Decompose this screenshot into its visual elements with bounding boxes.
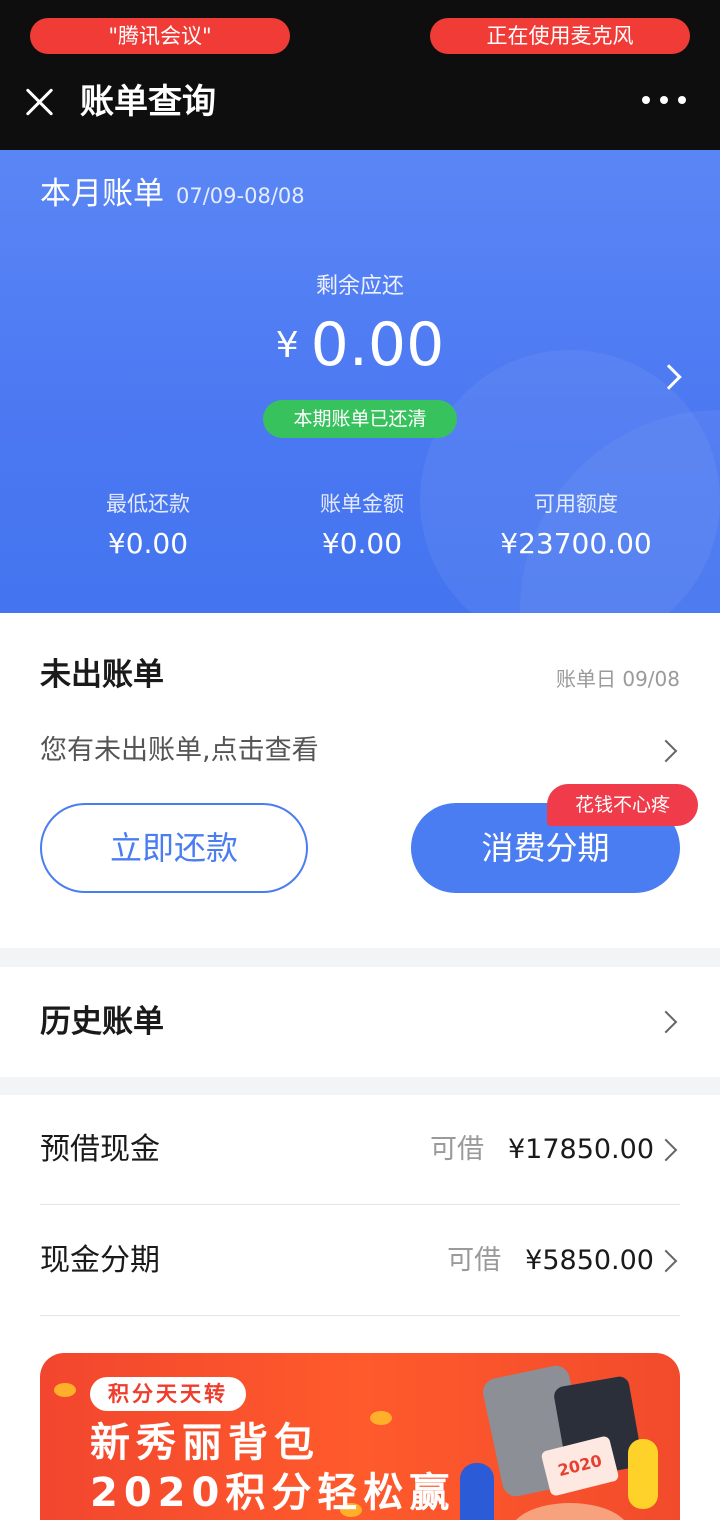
monthly-bill-title: 本月账单 xyxy=(40,176,164,212)
bill-amount-value: ¥0.00 xyxy=(321,527,403,560)
bill-amount-label: 账单金额 xyxy=(320,492,404,516)
history-bills-title: 历史账单 xyxy=(40,1004,164,1040)
cash-advance-row[interactable]: 预借现金 可借 ¥17850.00 xyxy=(40,1095,680,1205)
bill-day: 账单日 09/08 xyxy=(556,667,680,691)
unbilled-section: 未出账单 账单日 09/08 您有未出账单,点击查看 立即还款 消费分期 花钱不… xyxy=(0,613,720,948)
borrowable-value: ¥17850.00 xyxy=(507,1134,654,1165)
gift-bag-illustration xyxy=(510,1503,630,1520)
minimum-payment-value: ¥0.00 xyxy=(107,527,189,560)
chevron-right-icon xyxy=(654,1010,678,1034)
borrowable-value: ¥5850.00 xyxy=(525,1245,654,1276)
banner-headline: 新秀丽背包 xyxy=(90,1420,320,1466)
cash-advance-amount: 可借 ¥17850.00 xyxy=(430,1131,654,1169)
unbilled-hint: 您有未出账单,点击查看 xyxy=(40,735,319,766)
remaining-due-value: 0.00 xyxy=(310,310,445,380)
unbilled-title: 未出账单 xyxy=(40,657,164,693)
available-credit-label: 可用额度 xyxy=(534,492,618,516)
chevron-right-icon xyxy=(654,1138,678,1162)
banner-subheadline: 2020积分轻松赢 xyxy=(90,1470,456,1516)
available-credit: 可用额度 ¥23700.00 xyxy=(456,490,696,562)
remaining-due-label: 剩余应还 xyxy=(315,274,404,299)
page-title: 账单查询 xyxy=(80,82,216,122)
borrowable-label: 可借 xyxy=(429,1134,484,1165)
tencent-meeting-indicator[interactable]: "腾讯会议" xyxy=(30,18,290,54)
bill-amount: 账单金额 ¥0.00 xyxy=(242,490,482,562)
cash-advance-label: 预借现金 xyxy=(40,1132,160,1167)
status-badge: 本期账单已还清 xyxy=(263,400,457,438)
loan-section: 预借现金 可借 ¥17850.00 现金分期 可借 ¥5850.00 积分天天转 新… xyxy=(0,1095,720,1520)
borrowable-label: 可借 xyxy=(447,1245,502,1276)
person-illustration xyxy=(628,1439,658,1509)
coin-decoration xyxy=(370,1411,392,1425)
coin-decoration xyxy=(54,1383,76,1397)
history-bills-row[interactable]: 历史账单 xyxy=(0,967,720,1077)
promo-badge: 花钱不心疼 xyxy=(547,784,698,826)
view-unbilled-row[interactable]: 您有未出账单,点击查看 xyxy=(40,731,680,771)
microphone-in-use-indicator[interactable]: 正在使用麦克风 xyxy=(430,18,690,54)
currency-symbol: ¥ xyxy=(275,325,299,366)
cash-installment-label: 现金分期 xyxy=(40,1243,160,1278)
minimum-payment-label: 最低还款 xyxy=(106,492,190,516)
bill-period: 07/09-08/08 xyxy=(176,184,305,208)
repay-now-button[interactable]: 立即还款 xyxy=(40,803,308,893)
minimum-payment: 最低还款 ¥0.00 xyxy=(28,490,268,562)
available-credit-value: ¥23700.00 xyxy=(500,527,652,560)
promo-banner[interactable]: 积分天天转 新秀丽背包 2020积分轻松赢 2020 xyxy=(40,1353,680,1520)
screen: "腾讯会议" 正在使用麦克风 账单查询 本月账单 07/09-08/08 剩余应… xyxy=(0,0,720,1520)
top-bar: "腾讯会议" 正在使用麦克风 账单查询 xyxy=(0,0,720,150)
monthly-bill-card[interactable]: 本月账单 07/09-08/08 剩余应还 ¥0.00 本期账单已还清 最低还款… xyxy=(0,150,720,613)
cash-installment-amount: 可借 ¥5850.00 xyxy=(447,1242,654,1280)
cash-installment-row[interactable]: 现金分期 可借 ¥5850.00 xyxy=(40,1206,680,1316)
banner-tag: 积分天天转 xyxy=(90,1377,246,1411)
more-options-icon[interactable] xyxy=(642,96,686,106)
close-icon[interactable] xyxy=(22,84,58,120)
remaining-due-amount: ¥0.00 xyxy=(0,310,720,380)
person-illustration xyxy=(460,1463,494,1520)
chevron-right-icon xyxy=(654,1249,678,1273)
